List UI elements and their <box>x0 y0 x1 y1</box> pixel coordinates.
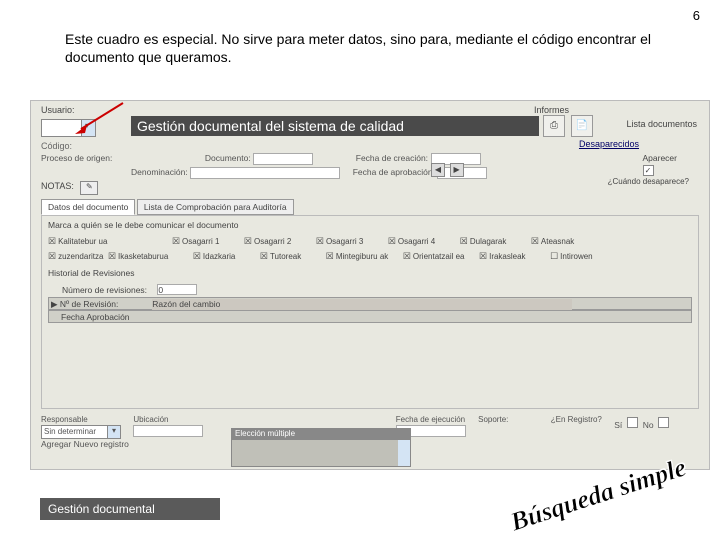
denominacion-label: Denominación: <box>131 167 188 177</box>
footer-title-bar: Gestión documental <box>40 498 220 520</box>
responsable-label: Responsable <box>41 415 121 424</box>
nav-prev-button[interactable]: ◀ <box>431 163 445 177</box>
num-rev-value: 0 <box>157 284 197 295</box>
ubicacion-label: Ubicación <box>133 415 203 424</box>
explanation-text: Este cuadro es especial. No sirve para m… <box>65 30 710 66</box>
rev-num-label: Nº de Revisión: <box>60 299 150 309</box>
checkbox-row-1: Kalitatebur ua Osagarri 1 Osagarri 2 Osa… <box>42 234 698 249</box>
tab-panel: Marca a quién se le debe comunicar el do… <box>41 215 699 409</box>
tab-bar: Datos del documento Lista de Comprobació… <box>41 199 293 215</box>
notas-button[interactable]: ✎ <box>80 181 98 195</box>
chk-ateasnak[interactable]: Ateasnak <box>531 236 574 247</box>
app-title-bar: Gestión documental del sistema de calida… <box>131 116 539 136</box>
soporte-label: Soporte: <box>478 415 508 424</box>
en-registro-field: ¿En Registro? <box>551 415 602 425</box>
fecha-aprob-label: Fecha de aprobación: <box>353 167 435 177</box>
report-icon-button-1[interactable]: ⎙ <box>543 115 565 137</box>
notas-section: NOTAS: ✎ <box>41 181 98 195</box>
codigo-label: Código: <box>41 141 72 151</box>
cuando-desaparece-label: ¿Cuándo desaparece? <box>608 177 689 186</box>
chk-irakasleak[interactable]: Irakasleak <box>479 251 526 262</box>
notas-label: NOTAS: <box>41 181 74 191</box>
fecha-aprob-rev-label: Fecha Aprobación <box>61 312 151 322</box>
dropdown-arrow-icon[interactable] <box>81 120 95 136</box>
chk-idazkaria[interactable]: Idazkaria <box>193 251 236 262</box>
ubicacion-field: Ubicación <box>133 415 203 437</box>
usuario-label: Usuario: <box>41 105 75 115</box>
soporte-field: Soporte: <box>478 415 508 425</box>
eleccion-multiple-box: Elección múltiple <box>231 428 411 467</box>
responsable-dropdown[interactable]: Sin determinar <box>41 425 121 439</box>
si-checkbox[interactable] <box>627 417 638 428</box>
agregar-label[interactable]: Agregar Nuevo registro <box>41 439 129 449</box>
responsable-field: Responsable Sin determinar <box>41 415 121 439</box>
chk-zuzendaritza[interactable]: zuzendaritza <box>48 251 103 262</box>
nav-buttons: ◀ ▶ <box>431 163 466 177</box>
chk-intirowen[interactable]: Intirowen <box>550 251 593 262</box>
checkbox-row-2: zuzendaritza Ikasketaburua Idazkaria Tut… <box>42 249 698 264</box>
chk-kalitatebur[interactable]: Kalitatebur ua <box>48 236 107 247</box>
no-label: No <box>643 420 654 430</box>
triangle-icon: ▶ <box>51 299 58 309</box>
chk-tutoreak[interactable]: Tutoreak <box>260 251 301 262</box>
revision-header-row: ▶ Nº de Revisión: Razón del cambio <box>48 297 692 310</box>
chk-osagarri1[interactable]: Osagarri 1 <box>172 236 219 247</box>
report-icon-button-2[interactable]: 📄 <box>571 115 593 137</box>
chk-orientatzail[interactable]: Orientatzail ea <box>403 251 465 262</box>
en-registro-label: ¿En Registro? <box>551 415 602 424</box>
chk-ikasketaburua[interactable]: Ikasketaburua <box>108 251 168 262</box>
no-checkbox[interactable] <box>658 417 669 428</box>
razon-cambio-cell: Razón del cambio <box>152 299 572 310</box>
chk-osagarri2[interactable]: Osagarri 2 <box>244 236 291 247</box>
nav-next-button[interactable]: ▶ <box>450 163 464 177</box>
desaparecidos-link[interactable]: Desaparecidos <box>579 139 639 149</box>
chk-osagarri4[interactable]: Osagarri 4 <box>388 236 435 247</box>
si-no-field: Sí No <box>614 415 669 430</box>
scrollbar[interactable] <box>398 440 410 466</box>
ubicacion-input[interactable] <box>133 425 203 437</box>
tab-datos-documento[interactable]: Datos del documento <box>41 199 135 215</box>
proceso-label: Proceso de origen: <box>41 153 112 163</box>
eleccion-multiple-list[interactable] <box>231 439 411 467</box>
lista-documentos-label: Lista documentos <box>626 119 697 129</box>
chk-dulagarak[interactable]: Dulagarak <box>460 236 507 247</box>
informes-label: Informes <box>534 105 569 115</box>
num-rev-label: Número de revisiones: <box>62 285 147 295</box>
chk-mintegiburu[interactable]: Mintegiburu ak <box>326 251 389 262</box>
fecha-ejec-label: Fecha de ejecución <box>396 415 466 424</box>
eleccion-multiple-header: Elección múltiple <box>231 428 411 439</box>
fecha-creacion-label: Fecha de creación: <box>356 153 428 163</box>
chk-osagarri3[interactable]: Osagarri 3 <box>316 236 363 247</box>
denominacion-input[interactable] <box>190 167 340 179</box>
si-label: Sí <box>614 420 622 430</box>
page-number: 6 <box>693 8 700 23</box>
codigo-dropdown[interactable] <box>41 119 96 137</box>
documento-input[interactable] <box>253 153 313 165</box>
historial-label: Historial de Revisiones <box>42 264 698 282</box>
marca-label: Marca a quién se le debe comunicar el do… <box>42 216 698 234</box>
app-window: Usuario: Código: Gestión documental del … <box>30 100 710 470</box>
revision-row-2: Fecha Aprobación <box>48 310 692 323</box>
documento-label: Documento: <box>205 153 251 163</box>
num-revisiones-row: Número de revisiones: 0 <box>42 282 698 297</box>
tab-lista-comprobacion[interactable]: Lista de Comprobación para Auditoría <box>137 199 294 215</box>
